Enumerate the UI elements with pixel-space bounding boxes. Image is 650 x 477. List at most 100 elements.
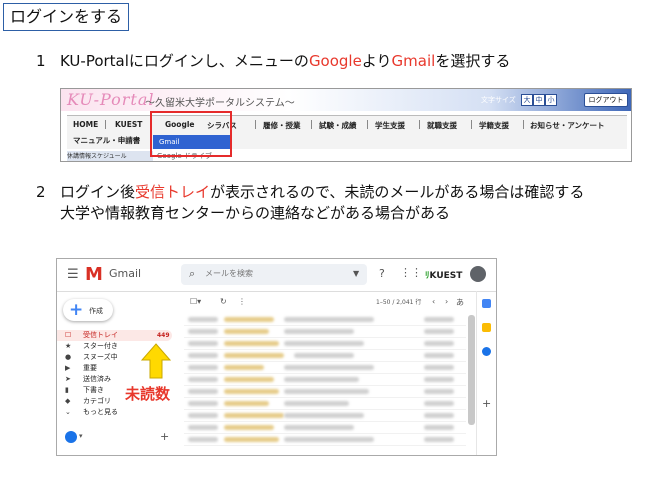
sidebar-item-label: 受信トレイ: [83, 331, 118, 339]
up-arrow-icon: [141, 343, 171, 379]
step-1-text-c: を選択する: [435, 52, 511, 70]
gmail-toolbar: ☐▾ ↻ ⋮ 1–50 / 2,041 行 ‹ › あ ⚙: [184, 292, 469, 312]
gmail-search-input[interactable]: [205, 269, 345, 278]
compose-button[interactable]: + 作成: [63, 299, 113, 321]
step-1: 1 KU-Portalにログインし、メニューのGoogleよりGmailを選択する: [36, 51, 510, 71]
font-size-label: 文字サイズ: [481, 96, 516, 104]
unread-count-badge: 449: [157, 332, 170, 339]
kuest-brand-text: KUEST: [429, 271, 463, 281]
sidebar-item-label: スター付き: [83, 342, 118, 350]
sidebar-item-label: 重要: [83, 364, 97, 372]
sidebar-item-label: 下書き: [83, 386, 104, 394]
help-icon[interactable]: ?: [379, 267, 385, 280]
font-size-large-button[interactable]: 大: [521, 94, 533, 106]
portal-left-panel: 休講情報スケジュール: [67, 151, 153, 161]
draft-icon: ▮: [65, 386, 69, 394]
nav-separator: [471, 120, 472, 129]
nav-courses[interactable]: 履修・授業: [263, 120, 301, 131]
list-item[interactable]: [184, 338, 466, 350]
nav-career[interactable]: 就職支援: [427, 120, 457, 131]
account-avatar[interactable]: [470, 266, 486, 282]
side-panel-rail: +: [476, 291, 496, 455]
inbox-icon: ☐: [65, 331, 72, 339]
gmail-logo-icon: M: [85, 264, 103, 285]
list-item[interactable]: [184, 386, 466, 398]
step-2-line-2: 大学や情報教育センターからの連絡などがある場合がある: [60, 204, 451, 222]
list-item[interactable]: [184, 398, 466, 410]
slide-title: ログインをする: [3, 3, 129, 31]
list-item[interactable]: [184, 410, 466, 422]
unread-count-callout: 未読数: [125, 385, 171, 403]
hangouts-avatar[interactable]: [65, 431, 77, 443]
snooze-icon: ●: [65, 353, 72, 361]
nav-separator: [419, 120, 420, 129]
gmail-screenshot: ☰ M Gmail ⌕ ▼ ? ⋮⋮ ﾘKUEST + 作成 ☐ 受信トレイ 4…: [56, 258, 497, 456]
step-2-inbox: 受信トレイ: [135, 183, 211, 201]
apps-grid-icon[interactable]: ⋮⋮: [400, 266, 422, 279]
list-item[interactable]: [184, 326, 466, 338]
scrollbar[interactable]: [468, 315, 475, 425]
step-2-text-a: ログイン後: [60, 183, 136, 201]
nav-kuest[interactable]: KUEST: [115, 120, 142, 129]
nav-separator: [105, 120, 106, 129]
portal-subtitle: ～久留米大学ポータルシステム～: [145, 98, 295, 109]
select-all-checkbox-icon[interactable]: ☐▾: [190, 297, 201, 306]
list-item[interactable]: [184, 422, 466, 434]
nav-exams[interactable]: 試験・成績: [319, 120, 357, 131]
logout-button[interactable]: ログアウト: [584, 93, 628, 107]
nav-student-support[interactable]: 学生支援: [375, 120, 405, 131]
plus-icon: +: [69, 300, 84, 320]
search-options-icon[interactable]: ▼: [353, 269, 359, 278]
search-icon[interactable]: ⌕: [189, 267, 195, 281]
compose-label: 作成: [89, 307, 103, 315]
gmail-app-name: Gmail: [109, 267, 142, 280]
step-2-text-b: が表示されるので、未読のメールがある場合は確認する: [210, 183, 585, 201]
sidebar-item-label: スヌーズ中: [83, 353, 118, 361]
list-item[interactable]: [184, 374, 466, 386]
important-icon: ▶: [65, 364, 71, 372]
sent-icon: ➤: [65, 375, 71, 383]
step-2-line-1: 2 ログイン後受信トレイが表示されるので、未読のメールがある場合は確認する: [36, 182, 584, 202]
portal-screenshot: KU-Portal ～久留米大学ポータルシステム～ 文字サイズ 大 中 小 ログ…: [60, 88, 632, 162]
list-item[interactable]: [184, 434, 466, 446]
prev-page-icon[interactable]: ‹: [432, 297, 435, 306]
sidebar-item-more[interactable]: ⌄ もっと見る: [57, 407, 172, 418]
list-item[interactable]: [184, 350, 466, 362]
list-item[interactable]: [184, 362, 466, 374]
font-size-small-button[interactable]: 小: [545, 94, 557, 106]
step-1-gmail: Gmail: [391, 52, 436, 70]
step-1-number: 1: [36, 52, 46, 70]
nav-separator: [523, 120, 524, 129]
pagination-label: 1–50 / 2,041 行: [376, 299, 422, 306]
star-icon: ★: [65, 342, 72, 350]
step-1-google: Google: [308, 52, 362, 70]
add-icon[interactable]: +: [160, 430, 169, 443]
tasks-icon[interactable]: [482, 347, 491, 356]
portal-logo: KU-Portal: [67, 90, 155, 109]
category-icon: ◆: [65, 397, 71, 405]
more-icon: ⌄: [65, 408, 71, 416]
chevron-down-icon[interactable]: ▾: [79, 432, 83, 440]
nav-manuals[interactable]: マニュアル・申請書: [73, 135, 140, 146]
calendar-icon[interactable]: [482, 299, 491, 308]
kuest-brand: ﾘKUEST: [425, 268, 462, 281]
step-2-number: 2: [36, 183, 46, 201]
add-addon-icon[interactable]: +: [482, 397, 491, 410]
sort-input-tools[interactable]: あ: [456, 297, 464, 308]
nav-separator: [255, 120, 256, 129]
nav-registration[interactable]: 学籍支援: [479, 120, 509, 131]
nav-home[interactable]: HOME: [73, 120, 98, 129]
next-page-icon[interactable]: ›: [445, 297, 448, 306]
list-item[interactable]: [184, 314, 466, 326]
sidebar-item-label: カテゴリ: [83, 397, 111, 405]
settings-gear-icon[interactable]: ⚙: [496, 297, 497, 306]
nav-notices[interactable]: お知らせ・アンケート: [530, 120, 605, 131]
refresh-icon[interactable]: ↻: [220, 297, 227, 306]
font-size-medium-button[interactable]: 中: [533, 94, 545, 106]
more-options-icon[interactable]: ⋮: [238, 297, 246, 306]
keep-icon[interactable]: [482, 323, 491, 332]
hamburger-menu-icon[interactable]: ☰: [67, 267, 79, 282]
sidebar-item-inbox[interactable]: ☐ 受信トレイ 449: [57, 330, 172, 341]
gmail-search-bar[interactable]: ⌕ ▼: [181, 264, 367, 285]
step-1-text-a: KU-Portalにログインし、メニューの: [60, 52, 309, 70]
